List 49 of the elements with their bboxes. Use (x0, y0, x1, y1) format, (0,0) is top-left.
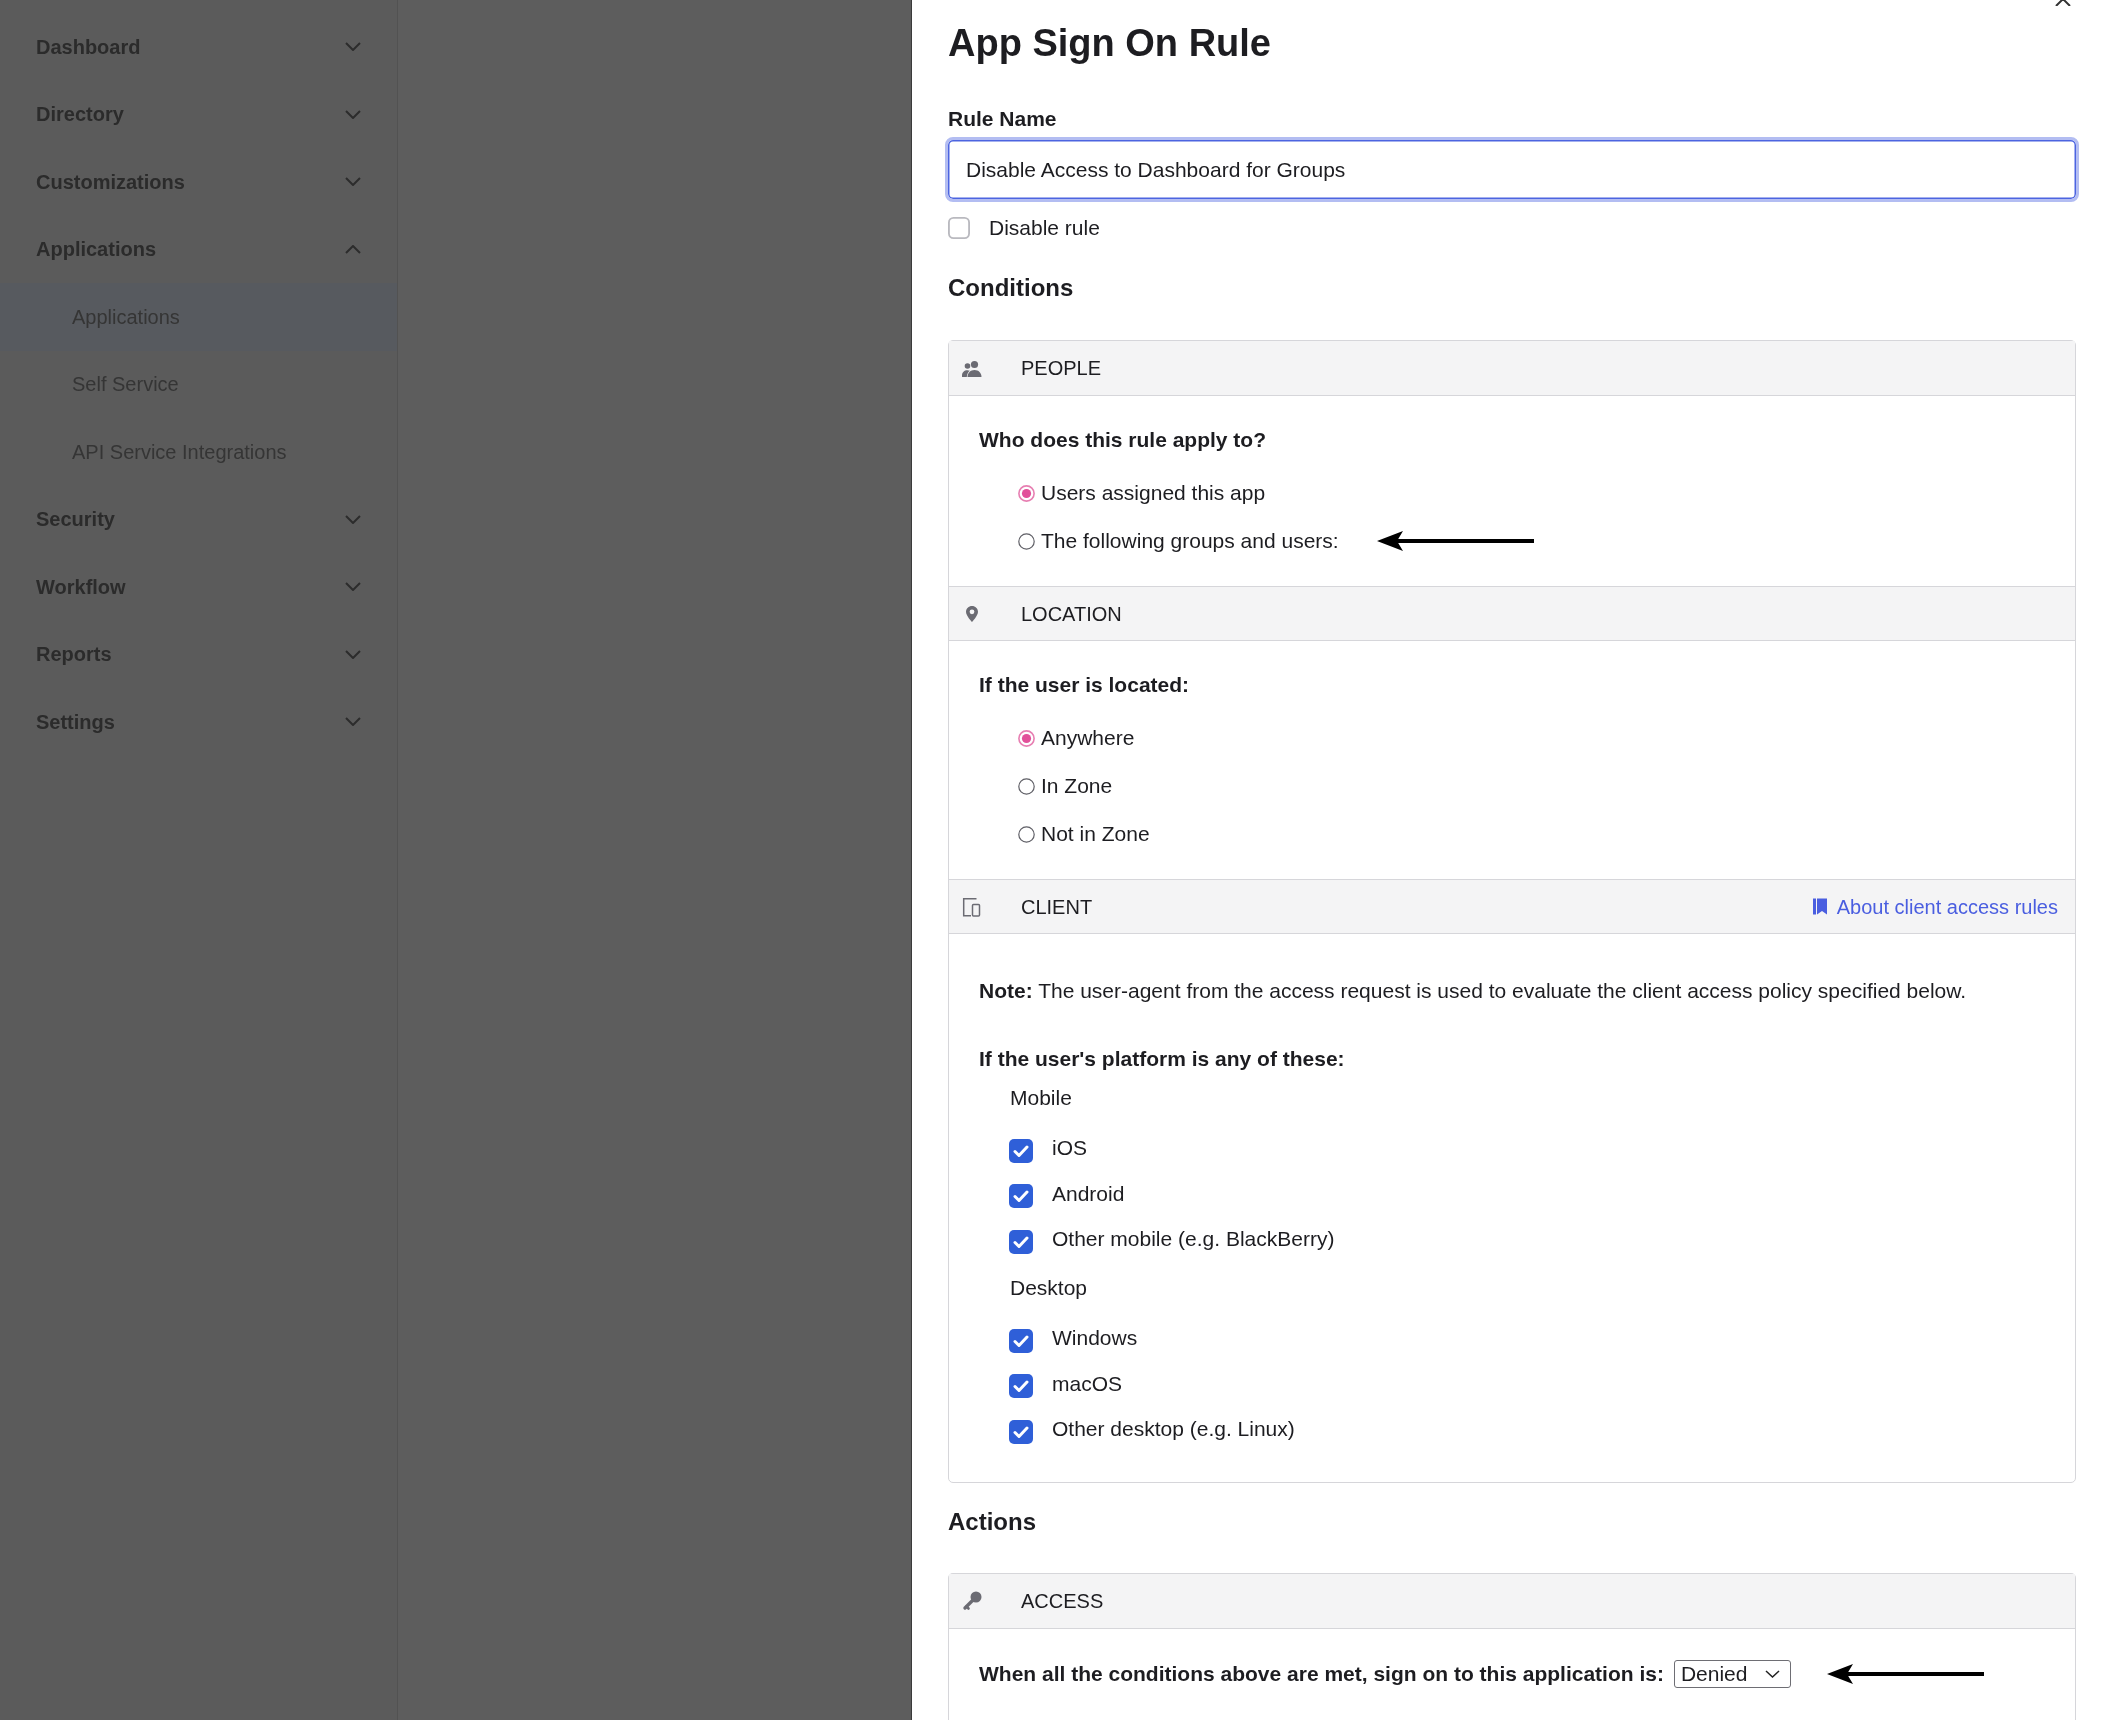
radio-label: The following groups and users: (1041, 528, 1339, 554)
checkbox[interactable] (1009, 1328, 1033, 1353)
close-icon[interactable] (2055, 0, 2071, 6)
checkbox-label: iOS (1052, 1135, 1087, 1161)
checkbox-label: Other desktop (e.g. Linux) (1052, 1416, 1295, 1442)
book-icon (1812, 898, 1827, 915)
field-label: Rule Name (948, 106, 1058, 132)
checkbox[interactable] (1009, 1419, 1033, 1444)
radio-button[interactable] (1018, 532, 1035, 550)
radio-button[interactable] (1018, 484, 1035, 502)
group-label: Desktop (1010, 1275, 1089, 1301)
checkbox-label: macOS (1052, 1370, 1122, 1397)
access-select[interactable]: Denied (1673, 1660, 1791, 1688)
help-link[interactable]: About client access rules (1812, 892, 2058, 921)
checkbox[interactable] (948, 217, 970, 239)
radio-label: Anywhere (1041, 725, 1135, 751)
devices-icon (962, 896, 982, 917)
checkbox-label: Disable rule (989, 215, 1100, 241)
radio-button[interactable] (1018, 777, 1035, 795)
section-title: CLIENT (1021, 894, 1093, 920)
checkbox-label: Windows (1052, 1325, 1138, 1351)
rule-name-input[interactable]: Disable Access to Dashboard for Groups (945, 137, 2079, 202)
note-text: Note: The user-agent from the access request is used to evaluate the client access policy specified below. (979, 978, 1968, 1004)
radio-label: Users assigned this app (1041, 480, 1266, 506)
key-icon (962, 1591, 982, 1611)
checkbox[interactable] (1009, 1184, 1033, 1208)
checkbox[interactable] (1009, 1138, 1033, 1163)
section-heading: Conditions (948, 273, 1075, 303)
radio-label: In Zone (1041, 773, 1113, 799)
section-title: PEOPLE (1021, 356, 1102, 381)
radio-label: Not in Zone (1041, 821, 1150, 847)
checkbox[interactable] (1009, 1374, 1033, 1398)
checkbox-label: Android (1052, 1180, 1125, 1207)
question-text: Who does this rule apply to? (979, 427, 1267, 453)
question-text: If the user's platform is any of these: (979, 1046, 1346, 1072)
section-heading: Actions (948, 1507, 1037, 1537)
people-icon (962, 359, 982, 377)
prompt-text: When all the conditions above are met, sign on to this application is: (979, 1661, 1664, 1687)
section-title: ACCESS (1021, 1589, 1104, 1614)
radio-button[interactable] (1018, 825, 1035, 843)
question-text: If the user is located: (979, 672, 1191, 698)
checkbox-label: Other mobile (e.g. BlackBerry) (1052, 1226, 1335, 1252)
dialog-title: App Sign On Rule (948, 21, 1272, 66)
section-title: LOCATION (1021, 601, 1122, 627)
checkbox[interactable] (1009, 1229, 1033, 1254)
caret-icon (1764, 1670, 1780, 1678)
radio-button[interactable] (1018, 729, 1035, 747)
group-label: Mobile (1010, 1085, 1073, 1111)
map-pin-icon (966, 605, 978, 622)
